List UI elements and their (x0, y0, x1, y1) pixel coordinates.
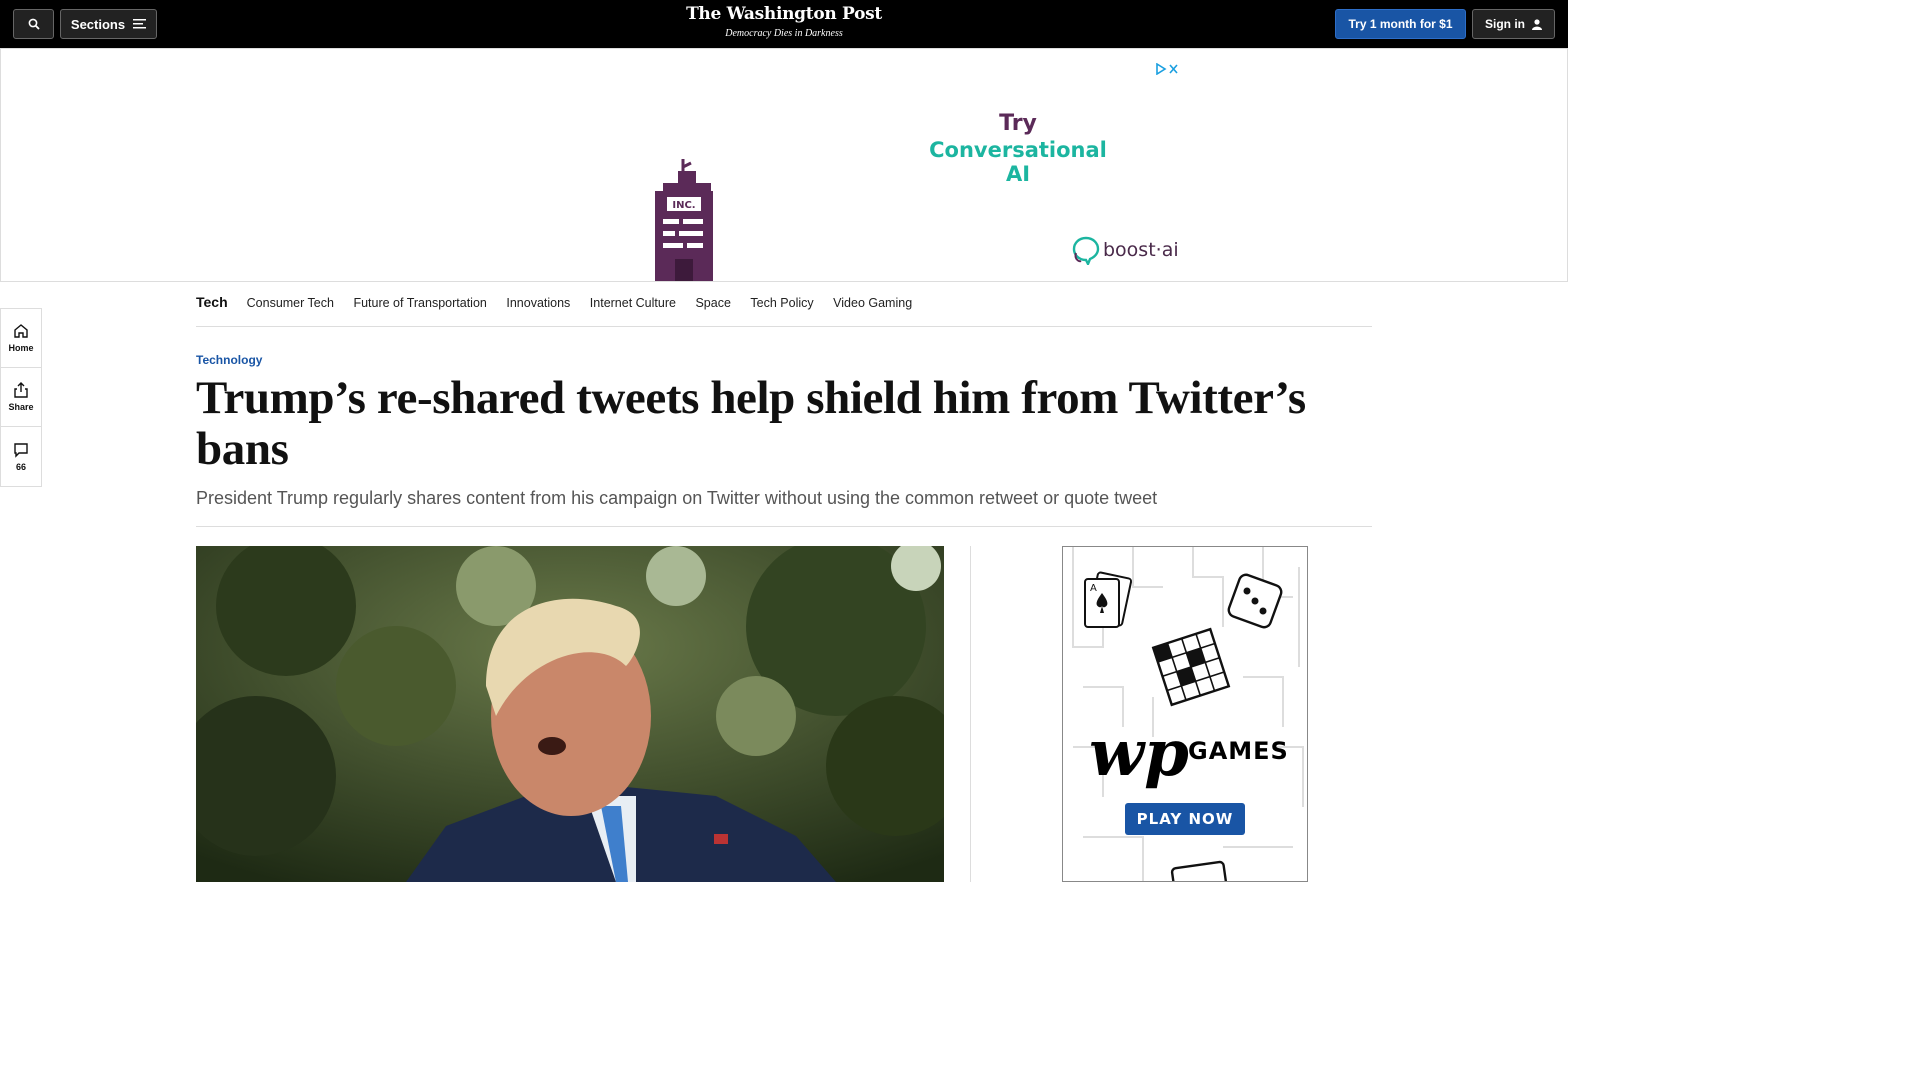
home-label: Home (8, 343, 34, 353)
subnav-section-title[interactable]: Tech (196, 294, 228, 310)
chat-bubble-icon (1072, 236, 1100, 265)
comments-button[interactable]: 66 (1, 427, 41, 486)
column-divider (970, 546, 971, 882)
building-illustration: INC. (655, 159, 713, 281)
dice-icon (1227, 573, 1283, 629)
subnav-link-consumer-tech[interactable]: Consumer Tech (247, 294, 334, 310)
top-navigation-bar: Sections The Washington Post Democracy D… (0, 0, 1568, 48)
ad-brand-name: boost·ai (1103, 239, 1179, 261)
subnav-link-future-of-transportation[interactable]: Future of Transportation (353, 294, 486, 310)
subnav-link-internet-culture[interactable]: Internet Culture (590, 294, 676, 310)
sign-in-label: Sign in (1485, 17, 1525, 31)
ad-headline: Try Conversational AI (921, 111, 1115, 186)
ad-line-try: Try (999, 111, 1037, 136)
comment-icon (14, 442, 28, 458)
playing-card-icon: A (1084, 571, 1133, 628)
home-button[interactable]: Home (1, 309, 41, 368)
ad-choices-icon[interactable] (1155, 62, 1179, 78)
article-headline: Trump’s re-shared tweets help shield him… (196, 372, 1306, 475)
wp-logo-icon: wp (1089, 716, 1189, 791)
svg-text:A: A (1090, 583, 1097, 594)
lead-photo (196, 546, 944, 882)
section-subnav: Tech Consumer Tech Future of Transportat… (196, 294, 1372, 327)
sign-in-button[interactable]: Sign in (1472, 9, 1555, 39)
subscribe-offer-button[interactable]: Try 1 month for $1 (1335, 9, 1466, 39)
games-advertisement[interactable]: A wp GAMES PLAY NOW (1062, 546, 1308, 882)
subnav-link-video-gaming[interactable]: Video Gaming (833, 294, 912, 310)
ad-brand-logo: boost·ai (1071, 235, 1179, 265)
play-now-button[interactable]: PLAY NOW (1125, 803, 1245, 835)
share-icon (14, 382, 28, 398)
building-label: INC. (672, 200, 695, 211)
subnav-link-innovations[interactable]: Innovations (506, 294, 570, 310)
share-button[interactable]: Share (1, 368, 41, 427)
share-label: Share (8, 402, 34, 412)
subnav-link-space[interactable]: Space (695, 294, 730, 310)
games-label: GAMES (1188, 737, 1289, 765)
home-icon (14, 324, 28, 338)
comments-count: 66 (15, 461, 26, 472)
article-side-rail: Home Share 66 (0, 308, 42, 487)
logo-name: The Washington Post (686, 4, 882, 24)
logo-tagline: Democracy Dies in Darkness (725, 28, 843, 39)
crossword-icon (1151, 627, 1231, 707)
article-kicker[interactable]: Technology (196, 353, 262, 367)
svg-text:wp: wp (1089, 716, 1189, 791)
site-logo[interactable]: The Washington Post Democracy Dies in Da… (0, 4, 1568, 39)
top-advertisement[interactable]: INC. Try Conversational AI boost·ai (0, 48, 1568, 282)
user-icon (1532, 18, 1542, 30)
article-subheadline: President Trump regularly shares content… (196, 488, 1158, 508)
subnav-link-tech-policy[interactable]: Tech Policy (750, 294, 813, 310)
ad-line-conversational-ai: Conversational AI (929, 138, 1107, 186)
header-divider (196, 526, 1372, 527)
